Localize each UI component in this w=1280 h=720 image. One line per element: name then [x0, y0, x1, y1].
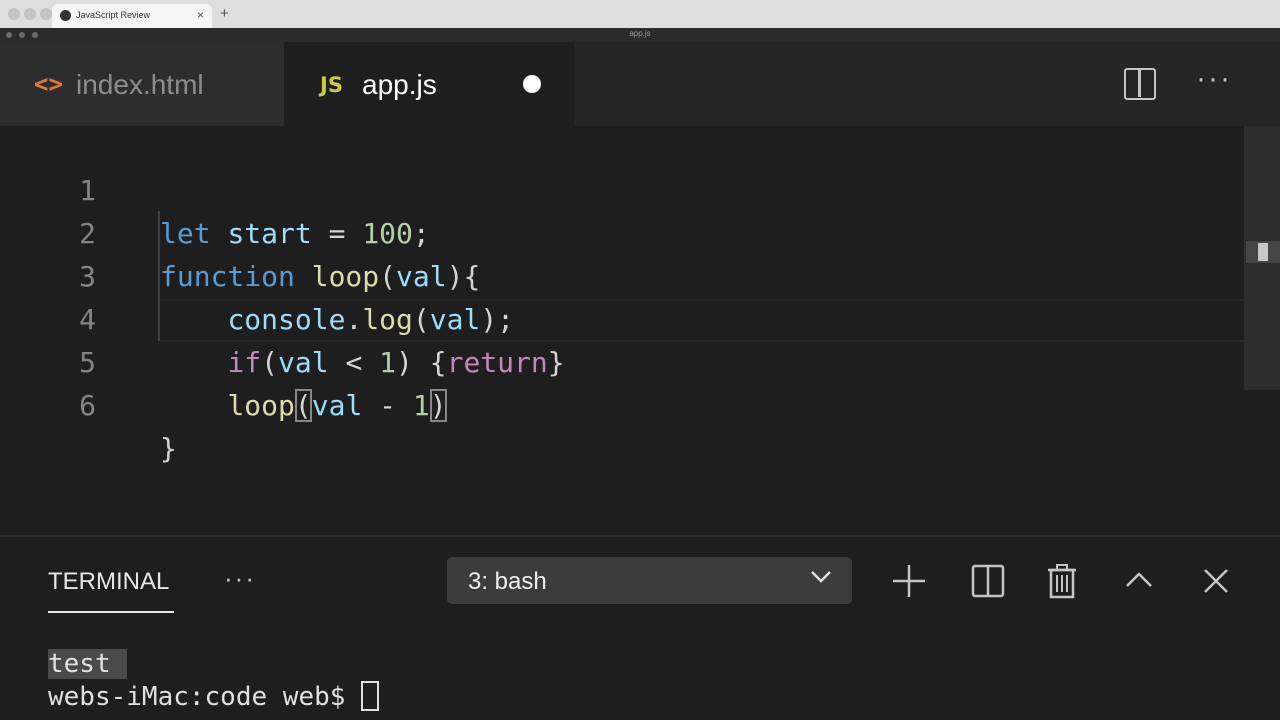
- new-tab-button[interactable]: +: [220, 5, 229, 23]
- panel-more-button[interactable]: ···: [224, 563, 256, 594]
- unsaved-dot-icon[interactable]: [523, 75, 541, 93]
- trash-icon[interactable]: [1044, 563, 1080, 599]
- more-actions-button[interactable]: ···: [1196, 62, 1232, 96]
- browser-tab[interactable]: JavaScript Review ×: [52, 4, 212, 28]
- window-zoom-button[interactable]: [40, 8, 52, 20]
- split-editor-button[interactable]: [1124, 68, 1156, 100]
- code-line[interactable]: 4 if(val < 1) {return}: [0, 255, 1240, 379]
- browser-tab-close-icon[interactable]: ×: [197, 8, 204, 22]
- chevron-up-icon[interactable]: [1121, 563, 1157, 599]
- terminal-prompt: webs-iMac:code web$: [48, 682, 346, 712]
- terminal-output-line[interactable]: test: [48, 647, 127, 681]
- code-line[interactable]: 5 loop(val - 1): [0, 298, 1240, 422]
- code-line[interactable]: 1 let start = 100;: [0, 126, 1240, 250]
- browser-tab-title: JavaScript Review: [76, 10, 151, 20]
- selected-text: test: [48, 649, 127, 679]
- tab-index-html[interactable]: <> index.html: [0, 42, 284, 126]
- tab-app-js[interactable]: JS app.js: [284, 42, 574, 126]
- terminal-prompt-line[interactable]: webs-iMac:code web$: [48, 680, 380, 714]
- js-file-icon: JS: [320, 73, 343, 97]
- terminal-cursor: [361, 681, 380, 711]
- tab-terminal[interactable]: TERMINAL: [48, 568, 169, 596]
- terminal-select-value: 3: bash: [468, 568, 547, 595]
- window-minimize-button[interactable]: [24, 8, 36, 20]
- tab-label: app.js: [362, 69, 437, 100]
- window-close-button[interactable]: [8, 8, 20, 20]
- app-title-bar: app.js: [0, 28, 1280, 42]
- split-terminal-icon[interactable]: [970, 563, 1006, 599]
- browser-tab-bar: JavaScript Review × +: [0, 0, 1280, 28]
- terminal-select[interactable]: 3: bash: [447, 557, 852, 604]
- new-terminal-plus-icon[interactable]: [891, 563, 927, 599]
- chevron-down-icon: [811, 571, 831, 583]
- code-line[interactable]: 3 console.log(val);: [0, 212, 1240, 336]
- token-operator: -: [379, 389, 397, 422]
- window-title: app.js: [629, 29, 651, 38]
- close-icon[interactable]: [1198, 563, 1234, 599]
- tab-label: index.html: [76, 69, 204, 100]
- editor-tab-bar: <> index.html JS app.js ···: [0, 42, 1280, 126]
- active-tab-indicator: [48, 611, 174, 613]
- token-punctuation: }: [160, 432, 177, 465]
- matched-bracket: (: [294, 389, 312, 422]
- code-editor[interactable]: 1 let start = 100; 2 function loop(val){…: [0, 126, 1280, 535]
- line-number: 6: [79, 389, 96, 422]
- html-file-icon: <>: [34, 70, 63, 98]
- code-line[interactable]: 2 function loop(val){: [0, 169, 1240, 293]
- terminal-panel: TERMINAL ··· 3: bash test webs-iMac:code…: [0, 535, 1280, 720]
- token-function: loop: [227, 389, 295, 422]
- code-line[interactable]: 6 }: [0, 341, 1240, 465]
- token-variable: val: [311, 389, 363, 422]
- matched-bracket: ): [429, 389, 447, 422]
- globe-icon: [60, 10, 71, 21]
- token-number: 1: [412, 389, 430, 422]
- scrollbar-thumb[interactable]: [1246, 241, 1280, 263]
